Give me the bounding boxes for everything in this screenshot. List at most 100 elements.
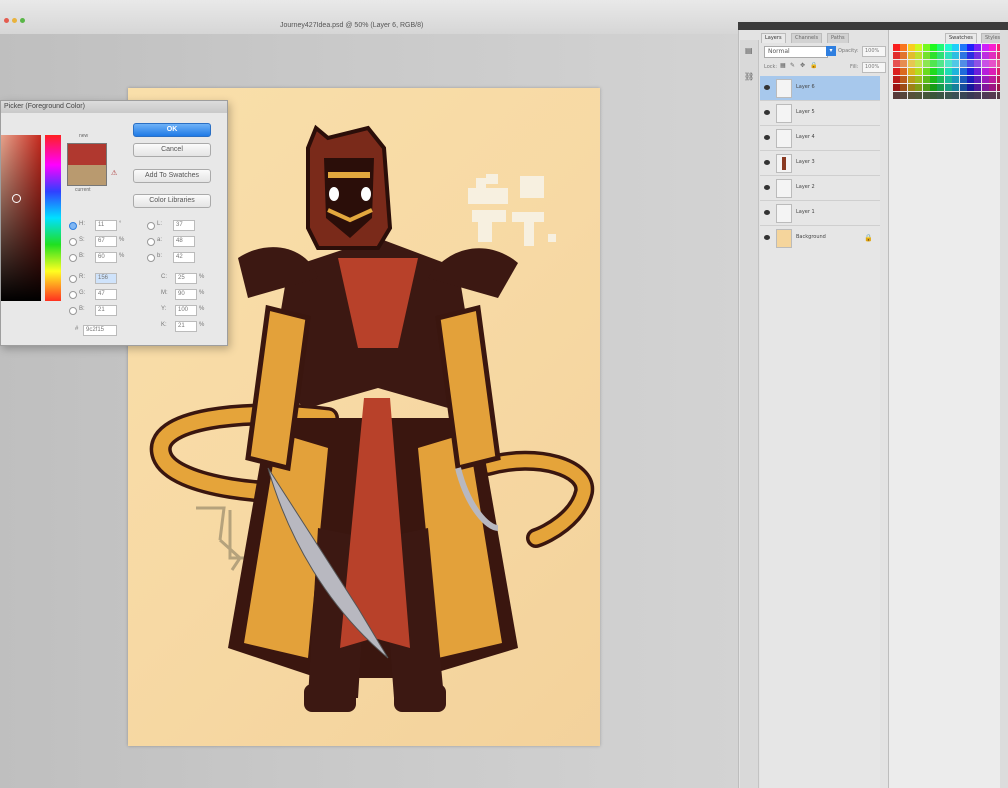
color-swatch[interactable] [900, 68, 908, 75]
color-swatch[interactable] [989, 44, 997, 51]
color-swatch[interactable] [907, 92, 915, 99]
color-swatch[interactable] [959, 68, 967, 75]
color-swatch[interactable] [893, 92, 900, 99]
layer-row-layer-5[interactable]: Layer 5 [760, 101, 880, 126]
color-swatch[interactable] [944, 68, 952, 75]
saturation-field[interactable]: 67 [95, 236, 117, 247]
color-swatch[interactable] [989, 76, 997, 83]
color-swatch[interactable] [974, 76, 982, 83]
color-swatch[interactable] [952, 60, 960, 67]
ok-button[interactable]: OK [133, 123, 211, 137]
color-swatch[interactable] [900, 84, 908, 91]
color-swatch[interactable] [952, 52, 960, 59]
color-swatch[interactable] [981, 92, 989, 99]
color-swatch[interactable] [944, 84, 952, 91]
color-swatch[interactable] [944, 52, 952, 59]
color-swatch[interactable] [937, 84, 945, 91]
color-swatch[interactable] [893, 52, 900, 59]
minimize-window-icon[interactable] [12, 18, 17, 23]
a-channel-radio[interactable] [147, 238, 155, 246]
color-swatch[interactable] [967, 84, 974, 91]
color-swatch[interactable] [981, 60, 989, 67]
chevron-down-icon[interactable]: ▾ [826, 46, 836, 56]
lock-position-icon[interactable]: ✥ [800, 62, 805, 69]
color-swatch[interactable] [974, 92, 982, 99]
b-channel-field[interactable]: 42 [173, 252, 195, 263]
cancel-button[interactable]: Cancel [133, 143, 211, 157]
opacity-field[interactable]: 100% [862, 46, 886, 57]
color-swatch[interactable] [915, 52, 923, 59]
color-swatch[interactable] [959, 76, 967, 83]
lock-transparent-icon[interactable]: ▦ [780, 62, 786, 69]
lightness-radio[interactable] [147, 222, 155, 230]
panel-menu-icon[interactable]: ▤ [745, 46, 753, 55]
color-swatch[interactable] [930, 52, 937, 59]
color-swatch[interactable] [944, 76, 952, 83]
hue-radio[interactable] [69, 222, 77, 230]
magenta-field[interactable]: 90 [175, 289, 197, 300]
color-swatch[interactable] [952, 44, 960, 51]
color-swatch[interactable] [922, 76, 930, 83]
color-swatch[interactable] [981, 44, 989, 51]
color-swatch[interactable] [922, 52, 930, 59]
color-swatch[interactable] [937, 76, 945, 83]
tab-paths[interactable]: Paths [827, 33, 849, 43]
brightness-field[interactable]: 60 [95, 252, 117, 263]
color-swatch[interactable] [900, 44, 908, 51]
brightness-radio[interactable] [69, 254, 77, 262]
visibility-eye-icon[interactable] [764, 160, 770, 165]
color-swatch[interactable] [967, 92, 974, 99]
color-swatch[interactable] [944, 44, 952, 51]
color-swatch[interactable] [930, 68, 937, 75]
zoom-window-icon[interactable] [20, 18, 25, 23]
red-field[interactable]: 156 [95, 273, 117, 284]
color-swatch[interactable] [922, 92, 930, 99]
tab-swatches[interactable]: Swatches [945, 33, 977, 43]
hex-field[interactable]: 9c2f15 [83, 325, 117, 336]
color-swatch[interactable] [907, 68, 915, 75]
a-channel-field[interactable]: 48 [173, 236, 195, 247]
color-swatch[interactable] [989, 52, 997, 59]
color-swatch[interactable] [959, 92, 967, 99]
color-swatch[interactable] [893, 68, 900, 75]
color-swatch[interactable] [952, 84, 960, 91]
yellow-field[interactable]: 100 [175, 305, 197, 316]
color-field[interactable] [1, 135, 41, 301]
color-swatch[interactable] [915, 68, 923, 75]
blue-radio[interactable] [69, 307, 77, 315]
color-swatch[interactable] [944, 92, 952, 99]
color-swatch[interactable] [915, 44, 923, 51]
color-swatch[interactable] [981, 52, 989, 59]
color-swatch[interactable] [930, 92, 937, 99]
layer-row-layer-3[interactable]: Layer 3 [760, 151, 880, 176]
hue-field[interactable]: 11 [95, 220, 117, 231]
color-swatch[interactable] [937, 68, 945, 75]
close-window-icon[interactable] [4, 18, 9, 23]
color-swatch[interactable] [967, 76, 974, 83]
color-swatch[interactable] [967, 44, 974, 51]
color-swatch[interactable] [937, 52, 945, 59]
color-swatch[interactable] [907, 60, 915, 67]
lock-all-icon[interactable]: 🔒 [810, 62, 817, 69]
lightness-field[interactable]: 37 [173, 220, 195, 231]
color-swatch[interactable] [989, 60, 997, 67]
color-swatch[interactable] [937, 44, 945, 51]
color-swatch[interactable] [893, 76, 900, 83]
color-swatch[interactable] [967, 60, 974, 67]
current-color-swatch[interactable] [67, 165, 107, 186]
color-swatch[interactable] [893, 84, 900, 91]
visibility-eye-icon[interactable] [764, 235, 770, 240]
color-swatch[interactable] [974, 68, 982, 75]
layer-row-layer-2[interactable]: Layer 2 [760, 176, 880, 201]
add-to-swatches-button[interactable]: Add To Swatches [133, 169, 211, 183]
color-swatch[interactable] [974, 52, 982, 59]
color-swatch[interactable] [915, 92, 923, 99]
red-radio[interactable] [69, 275, 77, 283]
color-swatch[interactable] [981, 68, 989, 75]
color-swatch[interactable] [967, 52, 974, 59]
color-swatch[interactable] [981, 84, 989, 91]
color-swatch[interactable] [907, 44, 915, 51]
color-swatch[interactable] [937, 92, 945, 99]
color-swatch[interactable] [893, 60, 900, 67]
color-swatch[interactable] [974, 84, 982, 91]
